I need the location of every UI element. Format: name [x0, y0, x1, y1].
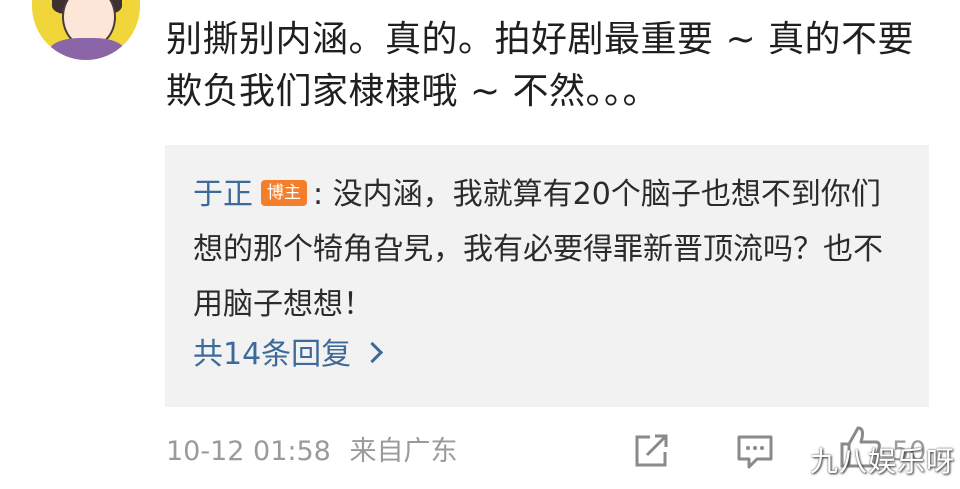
view-replies-link[interactable]: 共14条回复 [193, 335, 384, 375]
post-datetime: 10-12 01:58 [166, 436, 331, 467]
avatar[interactable] [32, 0, 140, 60]
author-badge: 博主 [261, 179, 307, 206]
post-meta: 10-12 01:58 来自广东 [166, 432, 457, 472]
post-source: 来自广东 [349, 436, 458, 467]
view-replies-label: 共14条回复 [193, 337, 352, 372]
watermark: 九八娱乐呀 [810, 445, 956, 478]
reply-preview[interactable]: 于正 博主: 没内涵，我就算有20个脑子也想不到你们想的那个犄角旮旯，我有必要得罪… [165, 145, 929, 407]
reply-separator: : [313, 177, 324, 212]
post-text: 别撕别内涵。真的。拍好剧最重要 ~ 真的不要欺负我们家棣棣哦 ~ 不然。。。 [166, 19, 915, 112]
reply-author[interactable]: 于正 [193, 177, 253, 212]
comment-icon[interactable] [735, 433, 775, 471]
reply-content: 于正 博主: 没内涵，我就算有20个脑子也想不到你们想的那个犄角旮旯，我有必要得罪… [193, 167, 893, 332]
share-icon[interactable] [632, 432, 672, 470]
chevron-right-icon [362, 341, 384, 364]
avatar-cloth [50, 38, 124, 60]
